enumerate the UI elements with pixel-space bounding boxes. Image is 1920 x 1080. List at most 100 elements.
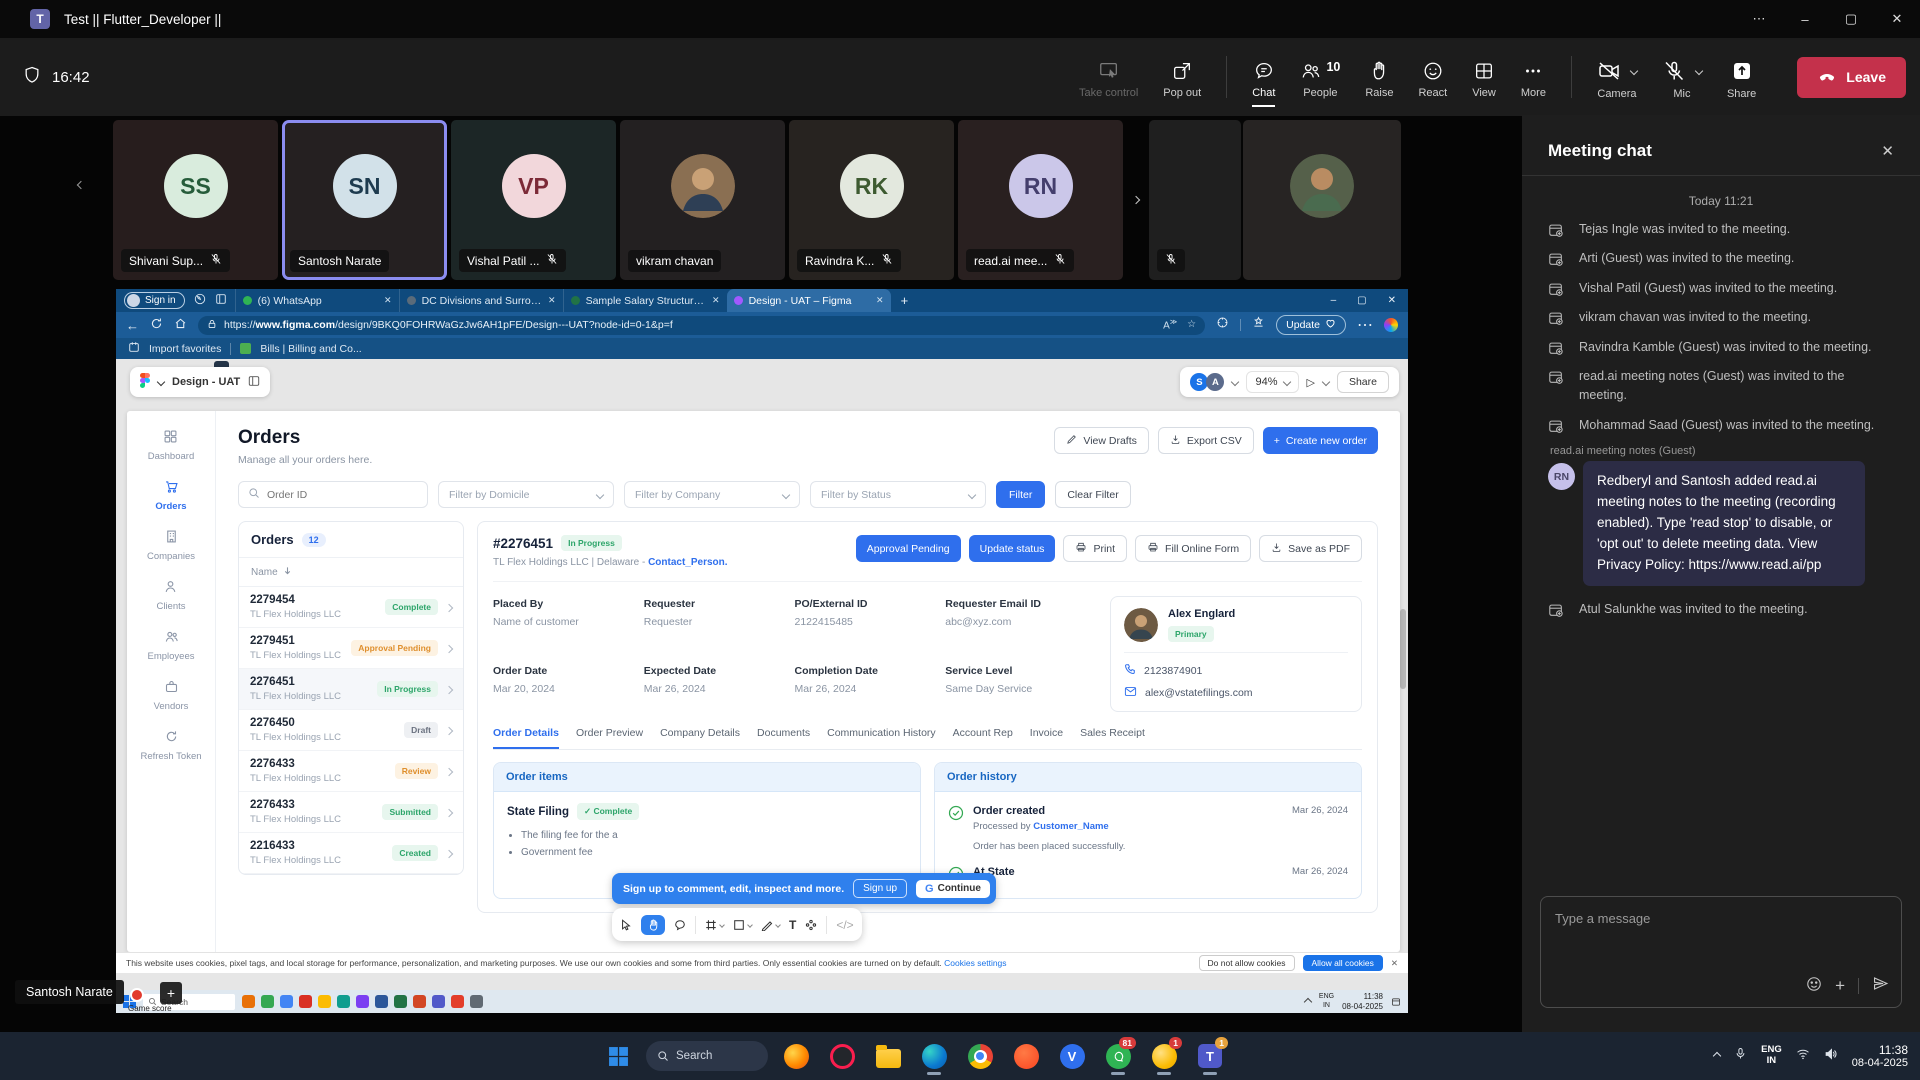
- browser-minimize-button[interactable]: –: [1331, 295, 1337, 306]
- tab-close-icon[interactable]: ✕: [876, 295, 884, 306]
- window-more-icon[interactable]: ⋯: [1736, 0, 1782, 38]
- home-icon[interactable]: [174, 317, 187, 333]
- filter-domicile-select[interactable]: Filter by Domicile: [438, 481, 614, 508]
- order-id-input[interactable]: [267, 489, 387, 501]
- figma-sign-up-button[interactable]: Sign up: [853, 879, 907, 898]
- attach-plus-icon[interactable]: +: [1835, 976, 1845, 996]
- export-csv-button[interactable]: Export CSV: [1158, 427, 1254, 454]
- shared-taskbar-app-icon[interactable]: [432, 995, 445, 1008]
- print-button[interactable]: Print: [1063, 535, 1127, 562]
- tray-mic-icon[interactable]: [1734, 1047, 1747, 1065]
- detail-tab[interactable]: Invoice: [1030, 727, 1063, 749]
- camera-button[interactable]: Camera: [1597, 55, 1637, 100]
- shared-taskbar-app-icon[interactable]: [375, 995, 388, 1008]
- fill-online-form-button[interactable]: Fill Online Form: [1135, 535, 1251, 562]
- sidebar-item-refresh-token[interactable]: Refresh Token: [140, 729, 201, 762]
- save-as-pdf-button[interactable]: Save as PDF: [1259, 535, 1362, 562]
- layers-panel-icon[interactable]: [248, 375, 260, 390]
- chevron-right-icon[interactable]: [446, 598, 452, 616]
- window-maximize-button[interactable]: ▢: [1828, 0, 1874, 38]
- address-bar[interactable]: https://www.figma.com/design/9BKQ0FOHRWa…: [198, 316, 1205, 335]
- leave-button[interactable]: Leave: [1797, 57, 1906, 98]
- copilot-icon[interactable]: [1384, 318, 1398, 332]
- window-minimize-button[interactable]: –: [1782, 0, 1828, 38]
- shared-taskbar-app-icon[interactable]: [337, 995, 350, 1008]
- detail-tab[interactable]: Sales Receipt: [1080, 727, 1145, 749]
- order-row[interactable]: 2276450 TL Flex Holdings LLC Draft: [239, 710, 463, 751]
- volume-icon[interactable]: [1824, 1047, 1838, 1066]
- figma-menu-chevron-icon[interactable]: [157, 378, 165, 386]
- view-button[interactable]: View: [1472, 56, 1496, 99]
- zoom-control[interactable]: 94%: [1246, 371, 1298, 393]
- tab-close-icon[interactable]: ✕: [712, 295, 720, 306]
- tab-close-icon[interactable]: ✕: [548, 295, 556, 306]
- chevron-right-icon[interactable]: [446, 803, 452, 821]
- share-button[interactable]: Share: [1727, 55, 1756, 100]
- edge-icon[interactable]: [916, 1036, 952, 1076]
- browser-tab[interactable]: (6) WhatsApp ✕: [235, 289, 399, 312]
- emoji-icon[interactable]: [1806, 976, 1822, 997]
- overlay-add-button[interactable]: +: [160, 982, 182, 1004]
- browser-tab[interactable]: DC Divisions and Surroundings ✕: [399, 289, 563, 312]
- hand-tool-icon[interactable]: [641, 915, 665, 935]
- component-tool-icon[interactable]: [805, 919, 817, 931]
- wifi-icon[interactable]: [1796, 1047, 1810, 1066]
- detail-tab[interactable]: Documents: [757, 727, 810, 749]
- text-tool-icon[interactable]: T: [789, 918, 796, 932]
- detail-tab[interactable]: Communication History: [827, 727, 936, 749]
- google-continue-button[interactable]: GContinue: [916, 880, 990, 898]
- extensions-icon[interactable]: [1216, 316, 1229, 334]
- workspaces-icon[interactable]: [194, 292, 206, 310]
- frame-tool-icon[interactable]: [705, 919, 724, 931]
- browser-maximize-button[interactable]: ▢: [1357, 295, 1366, 306]
- detail-tab[interactable]: Order Preview: [576, 727, 643, 749]
- figma-file-name[interactable]: Design - UAT: [172, 376, 240, 388]
- whatsapp-icon[interactable]: 81: [1100, 1036, 1136, 1076]
- teams-taskbar-icon[interactable]: T 1: [1192, 1036, 1228, 1076]
- browser-tab[interactable]: Sample Salary Structure with calc ✕: [563, 289, 727, 312]
- dev-mode-icon[interactable]: </>: [836, 918, 853, 932]
- send-icon[interactable]: [1872, 975, 1889, 997]
- detail-tab[interactable]: Order Details: [493, 727, 559, 749]
- filter-company-select[interactable]: Filter by Company: [624, 481, 800, 508]
- collaborator-avatar[interactable]: A: [1206, 373, 1224, 391]
- shared-taskbar-app-icon[interactable]: [299, 995, 312, 1008]
- tiles-scroll-right-icon[interactable]: [1123, 177, 1149, 223]
- browser-close-button[interactable]: ✕: [1388, 295, 1396, 306]
- order-row[interactable]: 2279451 TL Flex Holdings LLC Approval Pe…: [239, 628, 463, 669]
- participant-tile[interactable]: RN read.ai mee...: [958, 120, 1123, 280]
- customer-name-link[interactable]: Customer_Name: [1033, 821, 1109, 832]
- vivaldi-icon[interactable]: V: [1054, 1036, 1090, 1076]
- people-button[interactable]: 10 People: [1300, 56, 1340, 99]
- camera-options-chevron-icon[interactable]: [1630, 66, 1638, 74]
- contact-person-link[interactable]: Contact_Person.: [648, 557, 727, 568]
- browser-menu-icon[interactable]: ⋯: [1357, 315, 1373, 335]
- move-tool-icon[interactable]: [620, 919, 632, 931]
- order-row[interactable]: 2276451 TL Flex Holdings LLC In Progress: [239, 669, 463, 710]
- chrome-icon[interactable]: [962, 1036, 998, 1076]
- detail-tab[interactable]: Company Details: [660, 727, 740, 749]
- shared-taskbar-app-icon[interactable]: [356, 995, 369, 1008]
- start-button[interactable]: [600, 1036, 636, 1076]
- refresh-icon[interactable]: [150, 317, 163, 333]
- mic-button[interactable]: Mic: [1662, 55, 1702, 100]
- shared-taskbar-app-icon[interactable]: [242, 995, 255, 1008]
- chevron-right-icon[interactable]: [446, 721, 452, 739]
- shared-taskbar-app-icon[interactable]: [318, 995, 331, 1008]
- chrome-canary-icon[interactable]: 1: [1146, 1036, 1182, 1076]
- order-row[interactable]: 2279454 TL Flex Holdings LLC Complete: [239, 587, 463, 628]
- sidebar-item-vendors[interactable]: Vendors: [154, 679, 189, 712]
- bills-bookmark[interactable]: Bills | Billing and Co...: [260, 343, 361, 355]
- comment-tool-icon[interactable]: [674, 919, 686, 931]
- chevron-right-icon[interactable]: [446, 680, 452, 698]
- shared-taskbar-app-icon[interactable]: [280, 995, 293, 1008]
- approval-pending-button[interactable]: Approval Pending: [856, 535, 961, 562]
- order-row[interactable]: 2276433 TL Flex Holdings LLC Review: [239, 751, 463, 792]
- sidebar-item-dashboard[interactable]: Dashboard: [148, 429, 194, 462]
- pop-out-button[interactable]: Pop out: [1163, 56, 1201, 99]
- collections-icon[interactable]: [1252, 316, 1265, 334]
- participant-tile[interactable]: RK Ravindra K...: [789, 120, 954, 280]
- order-row[interactable]: 2276433 TL Flex Holdings LLC Submitted: [239, 792, 463, 833]
- detail-tab[interactable]: Account Rep: [953, 727, 1013, 749]
- window-close-button[interactable]: ✕: [1874, 0, 1920, 38]
